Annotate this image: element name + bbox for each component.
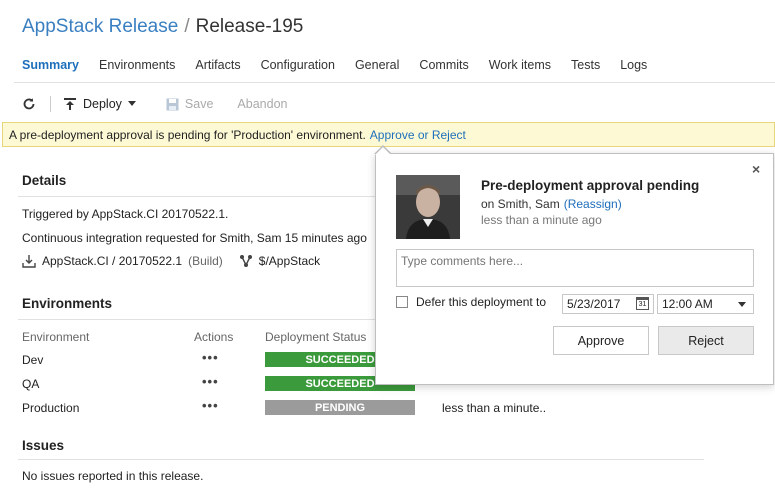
toolbar-divider [50, 96, 51, 112]
chevron-down-icon [127, 101, 136, 106]
comments-input[interactable] [396, 249, 754, 287]
defer-time-value: 12:00 AM [662, 297, 713, 311]
refresh-button[interactable] [22, 97, 36, 111]
column-actions: Actions [194, 330, 234, 344]
calendar-icon[interactable]: 31 [636, 297, 649, 310]
approval-time: less than a minute ago [481, 213, 602, 227]
branch-icon [239, 255, 252, 267]
details-divider [18, 196, 375, 197]
abandon-label: Abandon [237, 97, 288, 111]
tab-configuration[interactable]: Configuration [261, 58, 335, 72]
defer-label: Defer this deployment to [416, 295, 547, 309]
save-button[interactable]: Save [166, 97, 214, 111]
repo-path[interactable]: $/AppStack [259, 254, 320, 268]
details-heading: Details [22, 173, 67, 188]
column-environment: Environment [22, 330, 90, 344]
approve-button[interactable]: Approve [553, 326, 649, 355]
column-deployment-status: Deployment Status [265, 330, 367, 344]
defer-date-value: 5/23/2017 [567, 297, 621, 311]
triggered-by-text: Triggered by AppStack.CI 20170522.1. [22, 207, 229, 221]
tab-general[interactable]: General [355, 58, 399, 72]
person-photo [396, 175, 460, 239]
status-badge-production: PENDING [265, 400, 415, 415]
env-name-qa[interactable]: QA [22, 377, 39, 391]
tab-commits[interactable]: Commits [419, 58, 468, 72]
ci-requested-text: Continuous integration requested for Smi… [22, 231, 367, 245]
avatar [396, 175, 460, 239]
issues-text: No issues reported in this release. [22, 469, 204, 483]
save-label: Save [184, 97, 214, 111]
deploy-button[interactable]: Deploy [63, 97, 136, 111]
tab-tests[interactable]: Tests [571, 58, 600, 72]
app-title-link[interactable]: AppStack Release [22, 16, 178, 37]
reject-button[interactable]: Reject [658, 326, 754, 355]
popup-pointer-fill [375, 147, 391, 155]
tabs-divider [14, 82, 775, 83]
tab-environments[interactable]: Environments [99, 58, 175, 72]
build-type: (Build) [188, 254, 223, 268]
popup-title: Pre-deployment approval pending [481, 178, 700, 193]
close-icon[interactable]: × [752, 161, 760, 177]
tab-artifacts[interactable]: Artifacts [195, 58, 240, 72]
release-name: Release-195 [195, 16, 304, 37]
abandon-button[interactable]: Abandon [237, 97, 287, 111]
env-actions-production[interactable]: ••• [202, 398, 219, 413]
approval-banner: A pre-deployment approval is pending for… [2, 122, 775, 147]
approval-popup: Pre-deployment approval pending on Smith… [375, 153, 774, 385]
deploy-icon [64, 98, 76, 110]
build-link[interactable]: AppStack.CI / 20170522.1 [42, 254, 182, 268]
tab-logs[interactable]: Logs [620, 58, 647, 72]
tab-bar: Summary Environments Artifacts Configura… [22, 58, 647, 72]
banner-message: A pre-deployment approval is pending for… [9, 127, 366, 142]
tab-work-items[interactable]: Work items [489, 58, 551, 72]
env-name-dev[interactable]: Dev [22, 353, 43, 367]
tab-summary[interactable]: Summary [22, 58, 79, 72]
artifact-line: AppStack.CI / 20170522.1 (Build) $/AppSt… [22, 254, 320, 268]
approver-name: on Smith, Sam [481, 197, 560, 211]
env-time-production: less than a minute.. [442, 401, 547, 415]
chevron-down-icon [738, 302, 746, 307]
build-icon [22, 255, 36, 268]
env-actions-qa[interactable]: ••• [202, 374, 219, 389]
approver-line: on Smith, Sam (Reassign) [481, 197, 622, 211]
page-title: AppStack Release / Release-195 [22, 16, 303, 38]
env-actions-dev[interactable]: ••• [202, 350, 219, 365]
environments-heading: Environments [22, 296, 113, 311]
defer-date-field[interactable]: 5/23/2017 31 [562, 294, 654, 314]
issues-heading: Issues [22, 438, 65, 453]
defer-checkbox[interactable] [396, 296, 408, 308]
env-name-production[interactable]: Production [22, 401, 79, 415]
deploy-label: Deploy [83, 97, 122, 111]
environments-divider [18, 319, 375, 320]
reassign-link[interactable]: (Reassign) [564, 197, 622, 211]
defer-row: Defer this deployment to [396, 295, 546, 309]
issues-divider [18, 459, 704, 460]
breadcrumb-separator: / [184, 16, 190, 37]
approve-or-reject-link[interactable]: Approve or Reject [370, 128, 466, 142]
refresh-icon [23, 98, 35, 110]
defer-time-select[interactable]: 12:00 AM [657, 294, 754, 314]
toolbar: Deploy Save Abandon [22, 93, 287, 115]
save-icon [166, 98, 179, 110]
